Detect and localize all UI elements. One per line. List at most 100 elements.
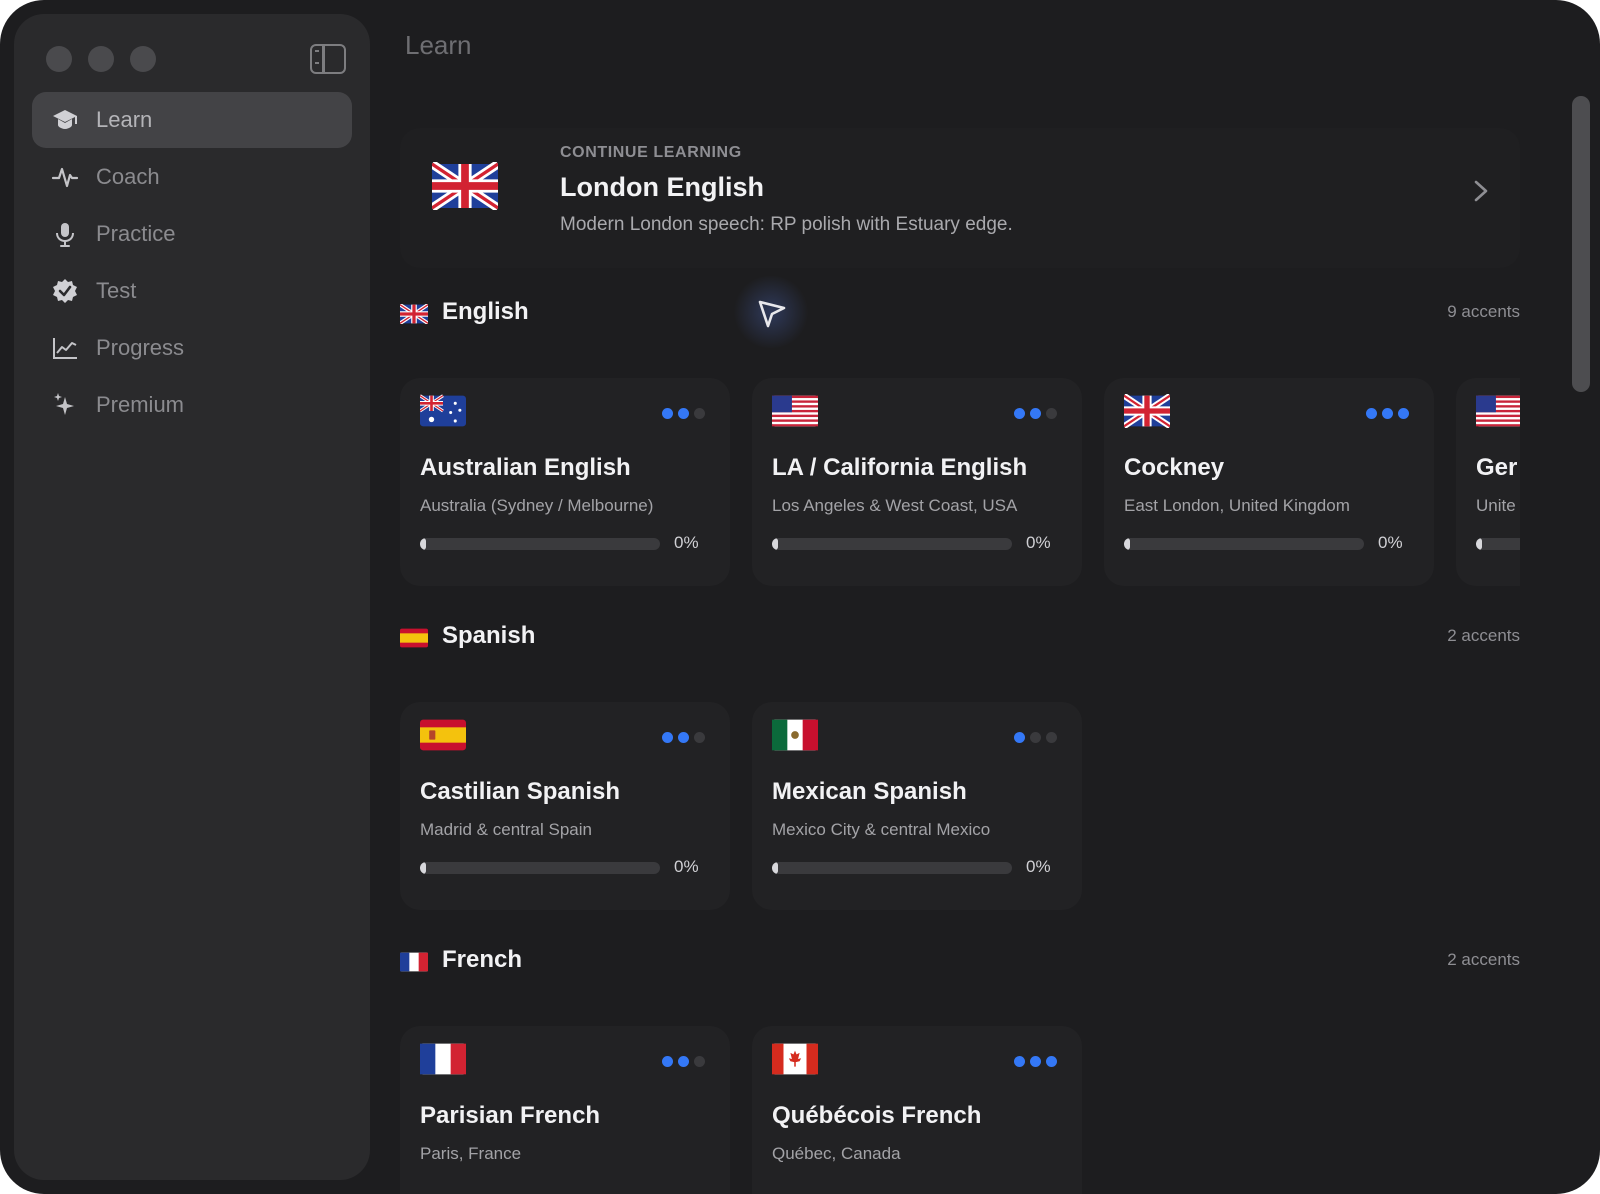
accent-subtitle: Australia (Sydney / Melbourne) [420,496,654,515]
checkmark-seal-icon [50,276,80,306]
accent-card-row-english: Australian English Australia (Sydney / M… [400,378,1520,588]
scrollbar-thumb[interactable] [1572,96,1590,392]
continue-learning-card[interactable]: CONTINUE LEARNING London English Modern … [400,128,1520,268]
accent-subtitle: Unite [1476,496,1516,515]
accent-title: Castilian Spanish [420,778,621,805]
sidebar-item-label: Learn [96,107,153,132]
accent-title: Cockney [1124,454,1225,481]
section-count: 2 accents [1447,626,1520,645]
accent-card-la-california-english[interactable]: LA / California English Los Angeles & We… [752,378,1082,586]
accent-title: LA / California English [772,454,1028,481]
sidebar-item-label: Test [96,278,137,303]
sidebar-item-learn[interactable]: Learn [32,92,352,148]
uk-flag-icon [1124,394,1170,428]
sidebar-nav: Learn Coach Practice Test Progress Premi… [32,92,352,434]
section-title: French [442,946,523,973]
mexico-flag-icon [772,719,818,751]
section-header-english: English 9 accents [400,294,1520,334]
accent-subtitle: Madrid & central Spain [420,820,592,839]
section-title: Spanish [442,622,536,649]
progress-percent: 0% [1026,857,1051,876]
line-chart-icon [50,333,80,363]
continue-learning-title: London English [560,172,764,202]
australia-flag-icon [420,394,466,427]
waveform-pulse-icon [50,162,80,192]
spain-flag-icon [420,719,466,751]
sidebar-item-premium[interactable]: Premium [32,377,352,433]
microphone-icon [50,219,80,249]
section-header-french: French 2 accents [400,942,1520,982]
accent-subtitle: East London, United Kingdom [1124,496,1350,515]
accent-card-mexican-spanish[interactable]: Mexican Spanish Mexico City & central Me… [752,702,1082,910]
progress-percent: 0% [674,857,699,876]
sidebar-item-label: Progress [96,335,185,360]
difficulty-indicator [1014,732,1057,743]
sidebar-item-label: Practice [96,221,176,246]
main-content: Learn CONTINUE LEARNING London English M… [372,0,1600,1194]
difficulty-indicator [1014,408,1057,419]
sidebar-item-test[interactable]: Test [32,263,352,319]
accent-title: Québécois French [772,1102,982,1129]
app-window: Learn Coach Practice Test Progress Premi… [0,0,1600,1194]
usa-flag-icon [1476,395,1520,427]
page-title: Learn [405,30,472,60]
progress-bar [420,862,660,874]
graduation-cap-icon [50,105,80,135]
accent-card-cockney[interactable]: Cockney East London, United Kingdom 0% [1104,378,1434,586]
accent-title: Mexican Spanish [772,778,967,805]
progress-bar [772,862,1012,874]
window-controls [46,46,156,72]
france-flag-icon [420,1043,466,1075]
accent-subtitle: Paris, France [420,1144,522,1163]
accent-card-row-spanish: Castilian Spanish Madrid & central Spain… [400,702,1520,912]
sidebar: Learn Coach Practice Test Progress Premi… [14,14,370,1180]
chevron-right-icon [1474,180,1488,202]
section-count: 2 accents [1447,950,1520,969]
accent-title: Ger [1476,454,1518,481]
progress-bar [1124,538,1364,550]
difficulty-indicator [1014,1056,1057,1067]
minimize-window-button[interactable] [88,46,114,72]
accent-card-australian-english[interactable]: Australian English Australia (Sydney / M… [400,378,730,586]
sidebar-item-coach[interactable]: Coach [32,149,352,205]
section-count: 9 accents [1447,302,1520,321]
zoom-window-button[interactable] [130,46,156,72]
accent-subtitle: Québec, Canada [772,1144,901,1163]
pointer-cursor-icon [758,300,786,328]
close-window-button[interactable] [46,46,72,72]
continue-learning-description: Modern London speech: RP polish with Est… [560,214,1013,235]
accent-card-castilian-spanish[interactable]: Castilian Spanish Madrid & central Spain… [400,702,730,910]
continue-learning-kicker: CONTINUE LEARNING [560,144,742,161]
sidebar-item-label: Coach [96,164,160,189]
spain-flag-icon [400,628,428,648]
accent-subtitle: Mexico City & central Mexico [772,820,991,839]
accent-title: Australian English [420,454,631,481]
accent-subtitle: Los Angeles & West Coast, USA [772,496,1018,515]
sidebar-item-practice[interactable]: Practice [32,206,352,262]
progress-bar [420,538,660,550]
accent-card-row-french: Parisian French Paris, France Québécois … [400,1026,1520,1194]
progress-percent: 0% [1378,533,1403,552]
uk-flag-icon [432,162,498,210]
progress-bar [772,538,1012,550]
accent-card-parisian-french[interactable]: Parisian French Paris, France [400,1026,730,1194]
accent-card-partial[interactable]: Ger Unite [1456,378,1520,586]
usa-flag-icon [772,395,818,427]
accent-card-quebecois-french[interactable]: Québécois French Québec, Canada [752,1026,1082,1194]
difficulty-indicator [1366,408,1409,419]
accent-title: Parisian French [420,1102,601,1129]
progress-percent: 0% [674,533,699,552]
progress-bar [1476,538,1520,550]
section-header-spanish: Spanish 2 accents [400,618,1520,658]
uk-flag-icon [400,304,428,324]
sidebar-item-label: Premium [96,392,185,417]
section-title: English [442,298,529,325]
canada-flag-icon [772,1043,818,1075]
progress-percent: 0% [1026,533,1051,552]
france-flag-icon [400,952,428,972]
sidebar-toggle-icon[interactable] [310,44,346,74]
sparkles-icon [50,390,80,420]
sidebar-item-progress[interactable]: Progress [32,320,352,376]
difficulty-indicator [662,1056,705,1067]
difficulty-indicator [662,732,705,743]
